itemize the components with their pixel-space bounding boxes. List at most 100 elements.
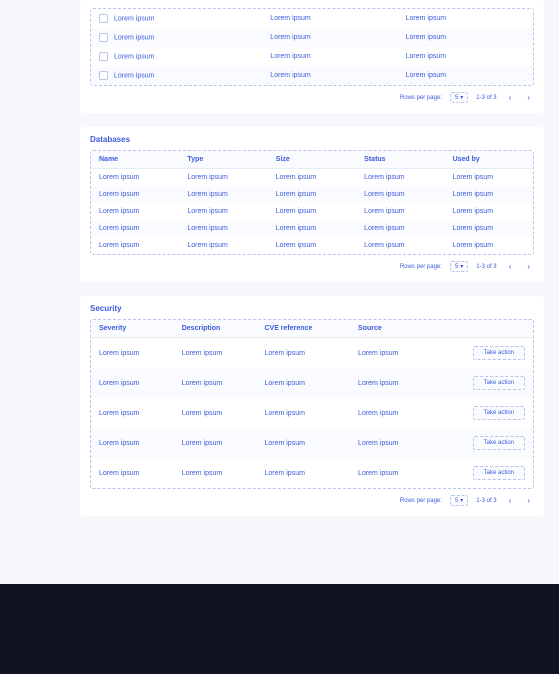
cell-value: Lorem ipsum: [114, 34, 154, 41]
cell-used-by: Lorem ipsum: [445, 169, 533, 187]
col-size[interactable]: Size: [268, 151, 356, 169]
rows-per-page-select[interactable]: 5 ▾: [450, 92, 468, 103]
cell-type: Lorem ipsum: [179, 169, 267, 187]
col-severity[interactable]: Severity: [91, 320, 174, 338]
cell-source: Lorem ipsum: [350, 338, 433, 369]
rows-per-page-select[interactable]: 5 ▾: [450, 261, 468, 272]
cell-size: Lorem ipsum: [268, 186, 356, 203]
col-type[interactable]: Type: [179, 151, 267, 169]
pagination-range: 1-3 of 3: [476, 264, 496, 270]
table-row: Lorem ipsumLorem ipsumLorem ipsumLorem i…: [91, 458, 533, 488]
checkbox[interactable]: [99, 33, 108, 42]
cell-cve: Lorem ipsum: [256, 398, 350, 428]
prev-page-button[interactable]: ‹: [505, 262, 516, 271]
checkbox[interactable]: [99, 71, 108, 80]
take-action-button[interactable]: Take action: [473, 406, 525, 420]
cell-severity: Lorem ipsum: [91, 368, 174, 398]
chevron-down-icon: ▾: [460, 94, 463, 101]
table-row: Lorem ipsumLorem ipsumLorem ipsumLorem i…: [91, 338, 533, 369]
table-row[interactable]: Lorem ipsumLorem ipsumLorem ipsum: [91, 28, 533, 47]
rows-per-page-label: Rows per page:: [400, 264, 442, 270]
cell-used-by: Lorem ipsum: [445, 237, 533, 254]
first-table-wrap: Lorem ipsumLorem ipsumLorem ipsumLorem i…: [90, 8, 534, 86]
cell-type: Lorem ipsum: [179, 186, 267, 203]
cell-value: Lorem ipsum: [262, 9, 397, 28]
cell-value: Lorem ipsum: [398, 47, 533, 66]
page-wrapper: Lorem ipsumLorem ipsumLorem ipsumLorem i…: [0, 0, 559, 584]
prev-page-button[interactable]: ‹: [505, 496, 516, 505]
cell-source: Lorem ipsum: [350, 368, 433, 398]
cell-value: Lorem ipsum: [398, 9, 533, 28]
security-header-row: Severity Description CVE reference Sourc…: [91, 320, 533, 338]
table-row[interactable]: Lorem ipsumLorem ipsumLorem ipsumLorem i…: [91, 220, 533, 237]
checkbox[interactable]: [99, 14, 108, 23]
checkbox[interactable]: [99, 52, 108, 61]
col-name[interactable]: Name: [91, 151, 179, 169]
rows-per-page-value: 5: [455, 264, 458, 270]
cell-cve: Lorem ipsum: [256, 368, 350, 398]
table-row[interactable]: Lorem ipsumLorem ipsumLorem ipsumLorem i…: [91, 203, 533, 220]
next-page-button[interactable]: ›: [523, 262, 534, 271]
cell-value: Lorem ipsum: [114, 15, 154, 22]
cell-source: Lorem ipsum: [350, 458, 433, 488]
databases-header-row: Name Type Size Status Used by: [91, 151, 533, 169]
cell-description: Lorem ipsum: [174, 428, 257, 458]
cell-value: Lorem ipsum: [114, 72, 154, 79]
col-used-by[interactable]: Used by: [445, 151, 533, 169]
take-action-button[interactable]: Take action: [473, 466, 525, 480]
take-action-button[interactable]: Take action: [473, 436, 525, 450]
rows-per-page-value: 5: [455, 498, 458, 504]
cell-name: Lorem ipsum: [91, 220, 179, 237]
cell-status: Lorem ipsum: [356, 169, 444, 187]
col-cve[interactable]: CVE reference: [256, 320, 350, 338]
table-row[interactable]: Lorem ipsumLorem ipsumLorem ipsumLorem i…: [91, 186, 533, 203]
col-action: [433, 320, 533, 338]
cell-source: Lorem ipsum: [350, 398, 433, 428]
cell-severity: Lorem ipsum: [91, 338, 174, 369]
first-table: Lorem ipsumLorem ipsumLorem ipsumLorem i…: [91, 9, 533, 85]
security-table-wrap: Severity Description CVE reference Sourc…: [90, 319, 534, 489]
cell-status: Lorem ipsum: [356, 237, 444, 254]
cell-cve: Lorem ipsum: [256, 428, 350, 458]
security-card: Security Severity Description CVE refere…: [80, 296, 544, 516]
prev-page-button[interactable]: ‹: [505, 93, 516, 102]
rows-per-page-select[interactable]: 5 ▾: [450, 495, 468, 506]
cell-value: Lorem ipsum: [398, 66, 533, 85]
cell-severity: Lorem ipsum: [91, 458, 174, 488]
table-row[interactable]: Lorem ipsumLorem ipsumLorem ipsumLorem i…: [91, 169, 533, 187]
cell-value: Lorem ipsum: [262, 28, 397, 47]
cell-name: Lorem ipsum: [91, 237, 179, 254]
cell-value: Lorem ipsum: [398, 28, 533, 47]
table-row: Lorem ipsumLorem ipsumLorem ipsumLorem i…: [91, 428, 533, 458]
cell-description: Lorem ipsum: [174, 398, 257, 428]
cell-used-by: Lorem ipsum: [445, 203, 533, 220]
cell-severity: Lorem ipsum: [91, 428, 174, 458]
table-row: Lorem ipsumLorem ipsumLorem ipsumLorem i…: [91, 398, 533, 428]
take-action-button[interactable]: Take action: [473, 346, 525, 360]
databases-table: Name Type Size Status Used by Lorem ipsu…: [91, 151, 533, 254]
table-row[interactable]: Lorem ipsumLorem ipsumLorem ipsum: [91, 47, 533, 66]
cell-status: Lorem ipsum: [356, 220, 444, 237]
databases-card: Databases Name Type Size Status Used by: [80, 127, 544, 282]
chevron-down-icon: ▾: [460, 497, 463, 504]
col-source[interactable]: Source: [350, 320, 433, 338]
next-page-button[interactable]: ›: [523, 496, 534, 505]
cell-value: Lorem ipsum: [262, 66, 397, 85]
cell-value: Lorem ipsum: [114, 53, 154, 60]
rows-per-page-label: Rows per page:: [400, 95, 442, 101]
cell-name: Lorem ipsum: [91, 186, 179, 203]
table-row[interactable]: Lorem ipsumLorem ipsumLorem ipsum: [91, 9, 533, 28]
col-description[interactable]: Description: [174, 320, 257, 338]
cell-used-by: Lorem ipsum: [445, 220, 533, 237]
pagination-range: 1-3 of 3: [476, 95, 496, 101]
cell-description: Lorem ipsum: [174, 368, 257, 398]
col-status[interactable]: Status: [356, 151, 444, 169]
cell-status: Lorem ipsum: [356, 203, 444, 220]
table-row[interactable]: Lorem ipsumLorem ipsumLorem ipsumLorem i…: [91, 237, 533, 254]
cell-size: Lorem ipsum: [268, 169, 356, 187]
cell-size: Lorem ipsum: [268, 203, 356, 220]
cell-description: Lorem ipsum: [174, 458, 257, 488]
next-page-button[interactable]: ›: [523, 93, 534, 102]
take-action-button[interactable]: Take action: [473, 376, 525, 390]
table-row[interactable]: Lorem ipsumLorem ipsumLorem ipsum: [91, 66, 533, 85]
